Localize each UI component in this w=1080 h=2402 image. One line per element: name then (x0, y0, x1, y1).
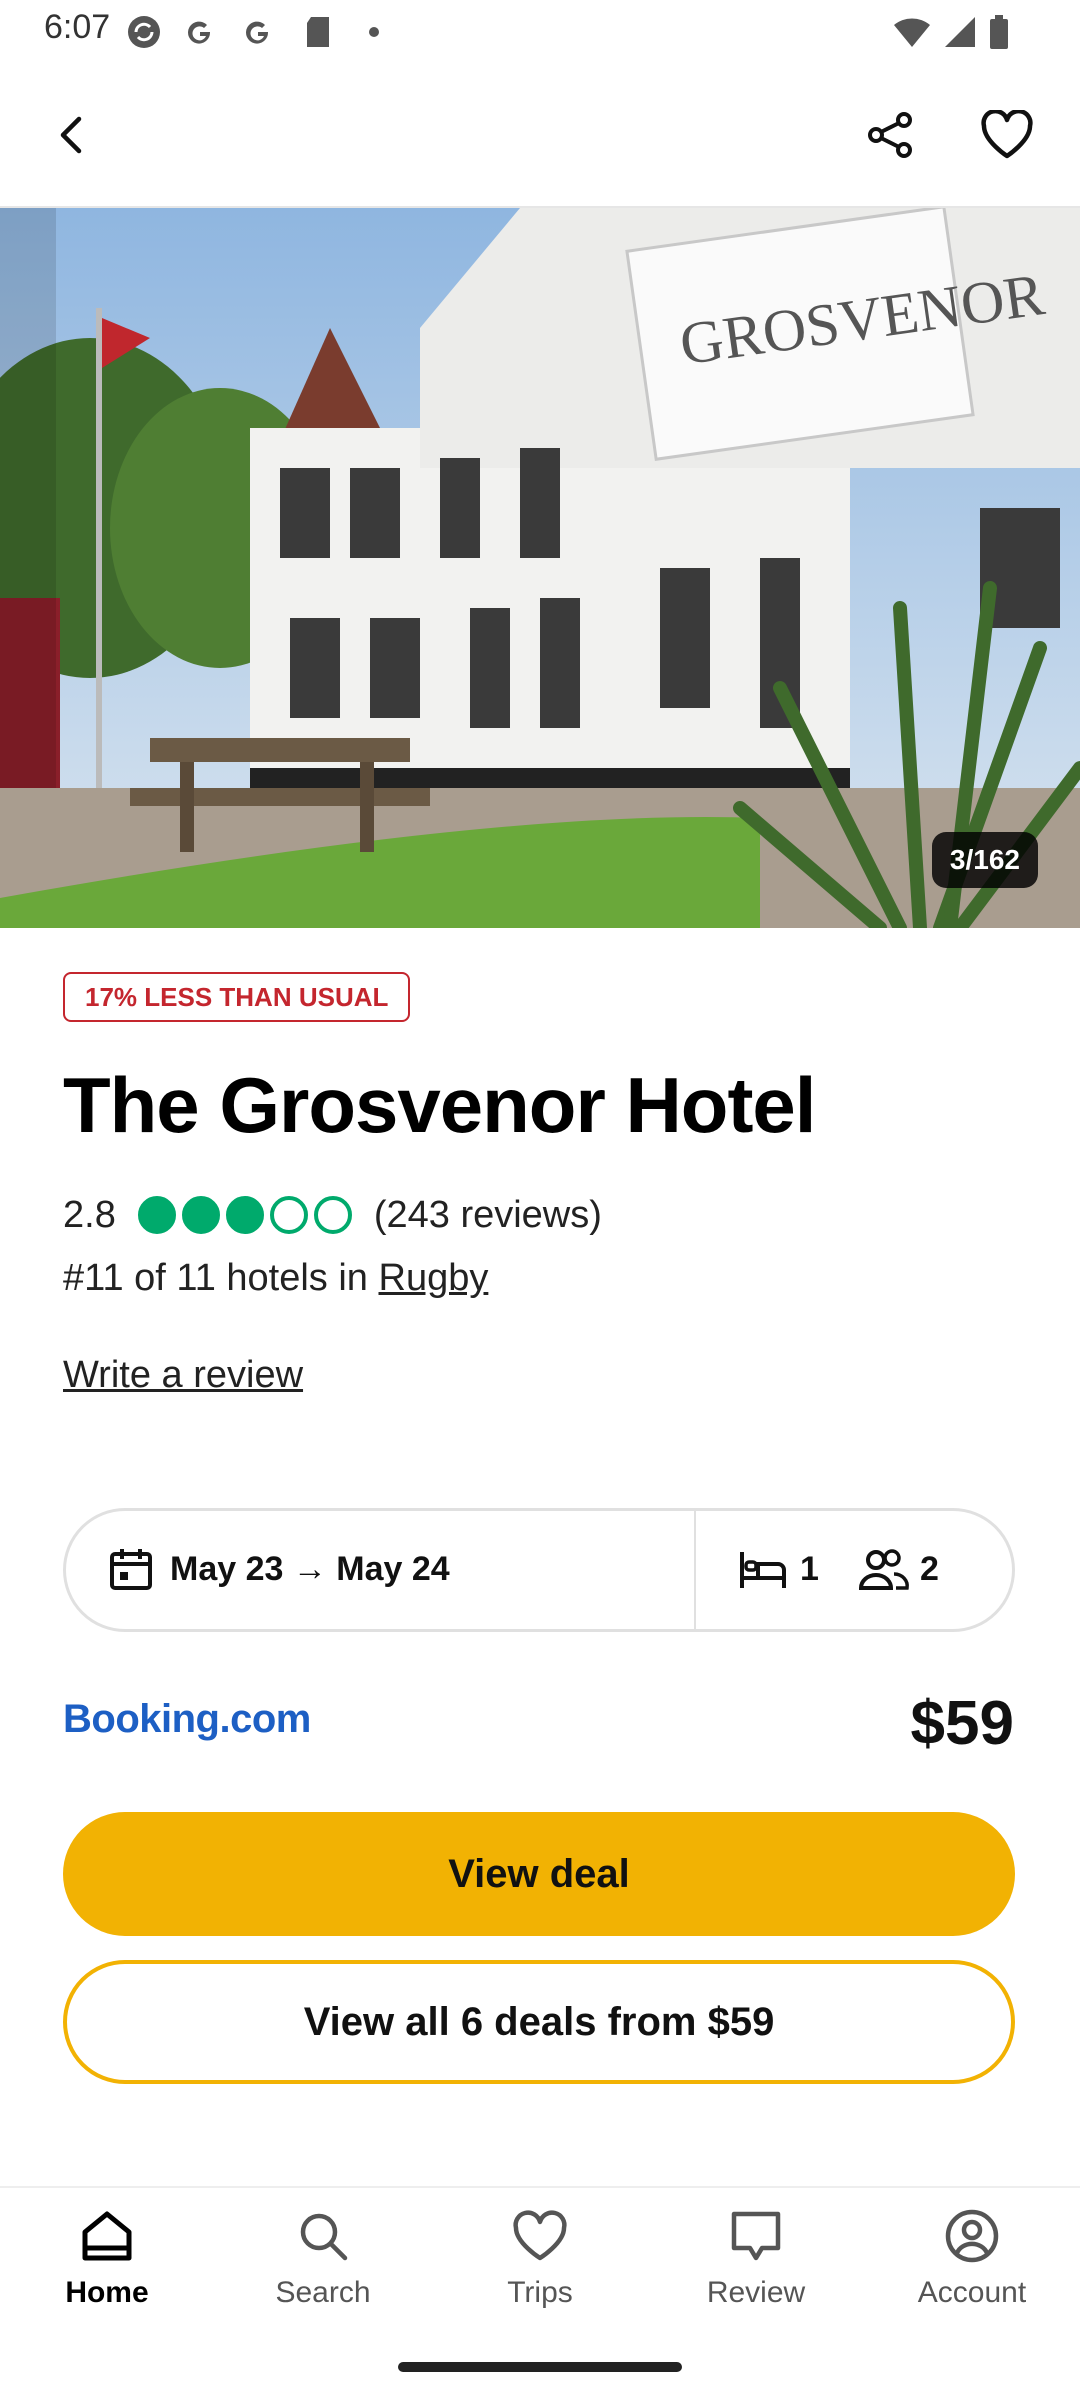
rating-row[interactable]: 2.8 (243 reviews) (63, 1185, 602, 1245)
status-time: 6:07 (44, 8, 111, 46)
guests-icon (858, 1546, 910, 1597)
battery-icon (984, 14, 1014, 50)
save-favorite-button[interactable] (962, 90, 1052, 180)
share-button[interactable] (846, 90, 936, 180)
provider-logo: Booking.com (63, 1697, 311, 1741)
guests-value: 2 (920, 1550, 939, 1588)
nav-review-label: Review (706, 2276, 806, 2309)
search-icon (300, 2213, 348, 2261)
heart-icon (513, 2210, 567, 2261)
rating-bubble-filled-icon (137, 1196, 176, 1234)
hotel-photo-illustration: GROSVENOR (0, 208, 1080, 928)
nav-home-label: Home (65, 2276, 149, 2309)
share-icon (868, 112, 912, 158)
write-review-link[interactable]: Write a review (63, 1354, 303, 1397)
wifi-icon (890, 14, 934, 50)
home-icon (82, 2211, 132, 2261)
review-icon (731, 2211, 781, 2261)
signal-icon (940, 14, 980, 50)
sd-card-icon (298, 14, 338, 50)
nav-review[interactable]: Review (666, 2206, 846, 2326)
nav-account-label: Account (917, 2276, 1027, 2309)
hotel-photo[interactable]: GROSVENOR (0, 208, 1080, 928)
status-bar: 6:07 (0, 0, 1080, 64)
nav-trips-label: Trips (507, 2276, 573, 2309)
google-icon-2 (238, 14, 278, 50)
sync-icon (124, 14, 164, 50)
deal-price: $59 (910, 1689, 1014, 1758)
review-count: (243 reviews) (373, 1193, 602, 1236)
view-deal-button[interactable]: View deal (63, 1812, 1015, 1936)
rating-bubble-filled-icon (181, 1196, 220, 1234)
city-link[interactable]: Rugby (379, 1257, 489, 1299)
discount-badge: 17% LESS THAN USUAL (63, 972, 411, 1022)
heart-icon (981, 110, 1033, 159)
account-icon (945, 2209, 999, 2263)
nav-trips[interactable]: Trips (450, 2206, 630, 2326)
calendar-icon (108, 1546, 154, 1597)
view-all-deals-button[interactable]: View all 6 deals from $59 (63, 1960, 1015, 2084)
rating-bubble-filled-icon (225, 1196, 264, 1234)
bed-icon (738, 1548, 788, 1597)
notification-dot-icon (362, 14, 386, 50)
dates-value: May 23 → May 24 (170, 1550, 450, 1588)
hotel-name: The Grosvenor Hotel (63, 1061, 816, 1149)
hotel-rank: #11 of 11 hotels in Rugby (63, 1257, 488, 1300)
google-icon (180, 14, 220, 50)
nav-home[interactable]: Home (17, 2206, 197, 2326)
rating-bubble-empty-icon (313, 1196, 352, 1234)
photo-counter: 3/162 (931, 832, 1038, 888)
back-button[interactable] (28, 90, 118, 180)
chevron-left-icon (60, 116, 82, 154)
rank-text: #11 of 11 hotels in (63, 1257, 379, 1299)
nav-account[interactable]: Account (882, 2206, 1062, 2326)
nav-search[interactable]: Search (233, 2206, 413, 2326)
rating-bubble-empty-icon (269, 1196, 308, 1234)
selector-divider (694, 1511, 696, 1629)
rooms-value: 1 (800, 1550, 819, 1588)
rating-score: 2.8 (63, 1193, 116, 1236)
nav-search-label: Search (275, 2276, 371, 2309)
home-indicator[interactable] (398, 2362, 682, 2372)
